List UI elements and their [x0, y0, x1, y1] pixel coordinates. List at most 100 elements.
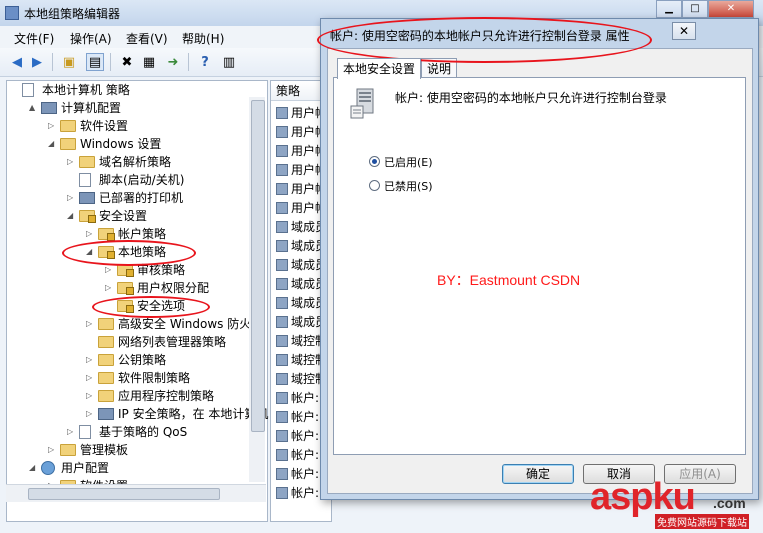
server-policy-icon [350, 88, 374, 119]
tree-node[interactable]: ▷ 基于策略的 QoS [0, 423, 260, 441]
tree-node[interactable]: ▷ 应用程序控制策略 [0, 387, 260, 405]
radio-enabled[interactable] [369, 156, 380, 167]
list-item[interactable]: 帐户: [276, 427, 326, 445]
tree-vertical-scroll-thumb[interactable] [251, 100, 265, 432]
folder-icon [98, 372, 114, 384]
policy-item-icon [276, 411, 288, 423]
site-logo-subtitle: 免费网站源码下载站 [655, 514, 749, 529]
tree-node[interactable]: ◢ Windows 设置 [0, 135, 260, 153]
forward-arrow-icon[interactable]: ▶ [28, 53, 46, 71]
collapse-arrow-icon[interactable]: ◢ [67, 207, 75, 225]
tree-node-label: 计算机配置 [61, 101, 122, 115]
policy-item-icon [276, 259, 288, 271]
tree-node[interactable]: 本地计算机 策略 [0, 81, 260, 99]
policy-item-icon [276, 487, 288, 499]
menu-file[interactable]: 文件(F) [14, 30, 54, 47]
expand-arrow-icon[interactable]: ▷ [67, 153, 75, 171]
back-arrow-icon[interactable]: ◀ [8, 53, 26, 71]
tree-node[interactable]: ▷ 域名解析策略 [0, 153, 260, 171]
list-item[interactable]: 域控制 [276, 332, 326, 350]
menu-view[interactable]: 查看(V) [126, 30, 168, 47]
expand-arrow-icon[interactable]: ▷ [105, 279, 113, 297]
tree-node-label: 安全设置 [99, 209, 148, 223]
dialog-close-button[interactable]: ✕ [672, 22, 696, 40]
maximize-button[interactable]: □ [682, 0, 708, 18]
expand-arrow-icon[interactable]: ▷ [86, 315, 94, 333]
site-logo-text: aspku [590, 476, 696, 518]
tree-node[interactable]: ▲ 计算机配置 [0, 99, 260, 117]
expand-arrow-icon[interactable]: ▷ [67, 189, 75, 207]
list-item[interactable]: 用户帐 [276, 161, 326, 179]
expand-arrow-icon[interactable]: ▷ [86, 405, 94, 423]
collapse-arrow-icon[interactable]: ▲ [29, 99, 37, 117]
list-item[interactable]: 域成员 [276, 237, 326, 255]
tree-node[interactable]: ▷ 软件设置 [0, 117, 260, 135]
annotation-ellipse-security-options [92, 296, 210, 318]
up-folder-icon[interactable]: ▣ [60, 53, 78, 71]
list-item[interactable]: 域成员 [276, 313, 326, 331]
list-item[interactable]: 域控制 [276, 370, 326, 388]
tree-node[interactable]: ▷ 管理模板 [0, 441, 260, 459]
tree-node[interactable]: 网络列表管理器策略 [0, 333, 260, 351]
tree-node[interactable]: ◢ 安全设置 [0, 207, 260, 225]
tree-node[interactable]: ▷ 已部署的打印机 [0, 189, 260, 207]
collapse-arrow-icon[interactable]: ◢ [29, 459, 37, 477]
tree-node[interactable]: ▷ 高级安全 Windows 防火墙 [0, 315, 263, 333]
list-item[interactable]: 用户帐 [276, 142, 326, 160]
expand-arrow-icon[interactable]: ▷ [86, 351, 94, 369]
expand-arrow-icon[interactable]: ▷ [67, 423, 75, 441]
tree-horizontal-scroll-thumb[interactable] [28, 488, 220, 500]
list-item[interactable]: 帐户: [276, 465, 326, 483]
tree-node-label: 公钥策略 [118, 353, 167, 367]
expand-arrow-icon[interactable]: ▷ [48, 441, 56, 459]
menu-action[interactable]: 操作(A) [70, 30, 112, 47]
list-item[interactable]: 用户帐 [276, 123, 326, 141]
tab-local-security-setting[interactable]: 本地安全设置 [337, 58, 422, 79]
properties-icon[interactable]: ▦ [140, 53, 158, 71]
folder-icon [98, 390, 114, 402]
main-close-button[interactable]: ✕ [708, 0, 754, 18]
app-icon [5, 6, 19, 20]
tree-node[interactable]: 脚本(启动/关机) [0, 171, 260, 189]
tree-node[interactable]: ▷ 用户权限分配 [0, 279, 260, 297]
tree-node[interactable]: ▷ IP 安全策略，在 本地计算机 [0, 405, 268, 423]
policy-item-icon [276, 278, 288, 290]
expand-arrow-icon[interactable]: ▷ [86, 369, 94, 387]
menu-help[interactable]: 帮助(H) [182, 30, 224, 47]
expand-arrow-icon[interactable]: ▷ [86, 225, 94, 243]
list-item[interactable]: 域成员 [276, 218, 326, 236]
list-item[interactable]: 帐户: [276, 408, 326, 426]
expand-arrow-icon[interactable]: ▷ [86, 387, 94, 405]
export-list-icon[interactable]: ➜ [164, 53, 182, 71]
delete-icon[interactable]: ✖ [118, 53, 136, 71]
radio-enabled-label[interactable]: 已启用(E) [384, 154, 433, 170]
collapse-arrow-icon[interactable]: ◢ [48, 135, 56, 153]
list-item[interactable]: 域成员 [276, 256, 326, 274]
policy-title: 帐户: 使用空密码的本地帐户只允许进行控制台登录 [395, 91, 667, 105]
radio-disabled-label[interactable]: 已禁用(S) [384, 178, 433, 194]
list-item[interactable]: 域成员 [276, 275, 326, 293]
list-item[interactable]: 帐户: [276, 389, 326, 407]
list-item[interactable]: 用户帐 [276, 104, 326, 122]
radio-disabled[interactable] [369, 180, 380, 191]
mmc-view-icon[interactable]: ▥ [220, 53, 238, 71]
list-item[interactable]: 用户帐 [276, 180, 326, 198]
policy-item-icon [276, 392, 288, 404]
policy-item-icon [276, 240, 288, 252]
expand-arrow-icon[interactable]: ▷ [48, 117, 56, 135]
tree-node[interactable]: ◢ 用户配置 [0, 459, 260, 477]
list-item[interactable]: 域成员 [276, 294, 326, 312]
tree-node[interactable]: ▷ 软件限制策略 [0, 369, 260, 387]
tree-node[interactable]: ▷ 公钥策略 [0, 351, 260, 369]
help-icon[interactable]: ? [196, 53, 214, 71]
list-item[interactable]: 帐户: [276, 446, 326, 464]
list-item[interactable]: 用户帐 [276, 199, 326, 217]
toolbar-separator [188, 53, 189, 71]
ok-button[interactable]: 确定 [502, 464, 574, 484]
list-item[interactable]: 域控制 [276, 351, 326, 369]
minimize-button[interactable]: ▁ [656, 0, 682, 18]
show-tree-icon[interactable]: ▤ [86, 53, 104, 71]
tree-node-label: 基于策略的 QoS [99, 425, 188, 439]
list-item[interactable]: 帐户: [276, 484, 326, 502]
folder-icon [98, 318, 114, 330]
